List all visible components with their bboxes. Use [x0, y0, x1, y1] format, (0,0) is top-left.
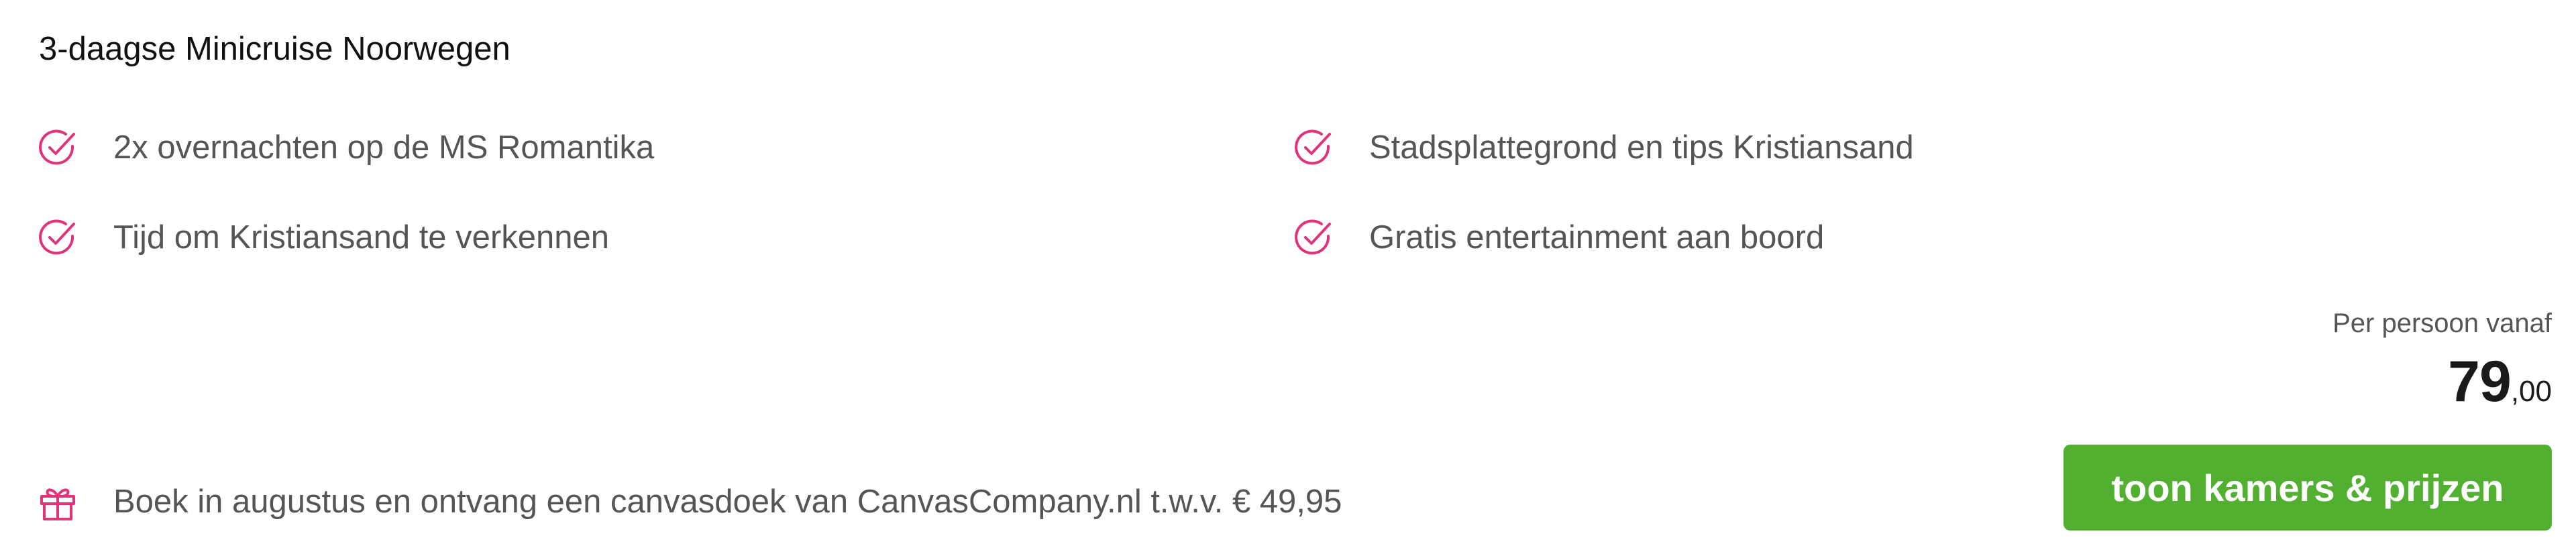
price-block: Per persoon vanaf 79,00 — [2332, 307, 2552, 410]
price-euros: 79 — [2448, 349, 2512, 414]
price: 79,00 — [2332, 353, 2552, 410]
check-circle-icon — [36, 126, 79, 169]
promo-text: Boek in augustus en ontvang een canvasdo… — [113, 483, 1342, 520]
promo-banner: Boek in augustus en ontvang een canvasdo… — [36, 475, 1342, 528]
trip-title: 3-daagse Minicruise Noorwegen — [39, 31, 511, 67]
check-circle-icon — [1292, 126, 1335, 169]
feature-label: Gratis entertainment aan boord — [1369, 219, 1825, 256]
feature-item: Tijd om Kristiansand te verkennen — [36, 211, 609, 264]
check-circle-icon — [1292, 216, 1335, 259]
gift-icon — [36, 480, 79, 523]
feature-item: 2x overnachten op de MS Romantika — [36, 121, 654, 174]
show-rooms-and-prices-button[interactable]: toon kamers & prijzen — [2063, 445, 2552, 531]
feature-label: Tijd om Kristiansand te verkennen — [113, 219, 609, 256]
feature-label: 2x overnachten op de MS Romantika — [113, 129, 655, 166]
per-person-label: Per persoon vanaf — [2332, 309, 2552, 338]
trip-card: 3-daagse Minicruise Noorwegen 2x overnac… — [0, 0, 2576, 558]
check-circle-icon — [36, 216, 79, 259]
feature-label: Stadsplattegrond en tips Kristiansand — [1369, 129, 1914, 166]
feature-item: Gratis entertainment aan boord — [1292, 211, 1824, 264]
feature-item: Stadsplattegrond en tips Kristiansand — [1292, 121, 1914, 174]
price-cents: ,00 — [2510, 375, 2552, 408]
